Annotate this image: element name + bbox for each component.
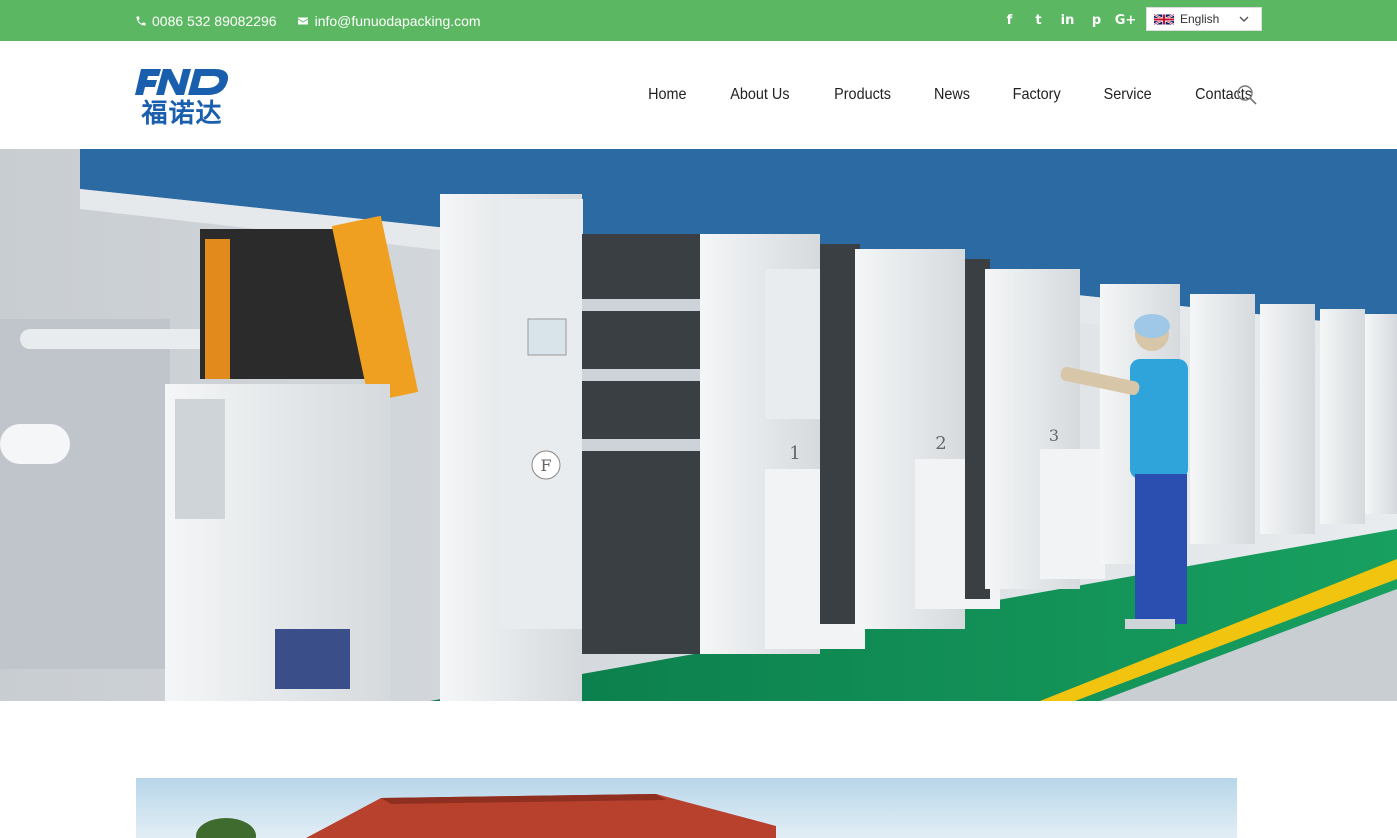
nav-about-us[interactable]: About Us [713, 86, 806, 104]
phone-icon [136, 16, 146, 25]
search-icon[interactable] [1236, 84, 1258, 106]
panel-label-f: F [540, 456, 551, 475]
uk-flag-icon [1154, 13, 1174, 25]
language-label: English [1180, 12, 1220, 26]
hero-image: F 1 2 3 [0, 149, 1397, 701]
nav-products[interactable]: Products [817, 86, 908, 104]
chevron-down-icon [1239, 16, 1249, 22]
linkedin-icon[interactable]: in [1053, 0, 1082, 41]
nav-factory[interactable]: Factory [995, 86, 1077, 104]
logo-mark: 福诺达 [135, 69, 230, 129]
envelope-icon [297, 17, 308, 24]
nav-service[interactable]: Service [1087, 86, 1169, 104]
top-bar: 0086 532 89082296 info@funuodapacking.co… [0, 0, 1397, 41]
factory-image [136, 778, 1237, 838]
pinterest-icon[interactable]: p [1082, 0, 1111, 41]
email-item[interactable]: info@funuodapacking.com [296, 13, 481, 29]
company-logo[interactable]: 福诺达 [135, 67, 230, 129]
nav-home[interactable]: Home [631, 86, 704, 104]
panel-label-3: 3 [1049, 426, 1059, 445]
nav-news[interactable]: News [917, 86, 987, 104]
panel-label-1: 1 [789, 443, 800, 464]
phone-number: 0086 532 89082296 [152, 12, 277, 29]
site-header: 福诺达 Home About Us Products News Factory … [0, 41, 1397, 149]
hero-banner: F 1 2 3 [0, 149, 1397, 701]
contact-info: 0086 532 89082296 info@funuodapacking.co… [135, 0, 500, 41]
factory-photo [136, 778, 1237, 838]
main-nav: Home About Us Products News Factory Serv… [627, 41, 1275, 149]
language-select[interactable]: English [1146, 7, 1262, 31]
panel-label-2: 2 [935, 433, 946, 454]
svg-text:福诺达: 福诺达 [140, 99, 222, 125]
social-links: f t in p G+ [995, 0, 1140, 41]
twitter-icon[interactable]: t [1024, 0, 1053, 41]
email-address: info@funuodapacking.com [314, 12, 481, 29]
phone-item[interactable]: 0086 532 89082296 [135, 13, 277, 29]
facebook-icon[interactable]: f [995, 0, 1024, 41]
google-plus-icon[interactable]: G+ [1111, 0, 1140, 41]
